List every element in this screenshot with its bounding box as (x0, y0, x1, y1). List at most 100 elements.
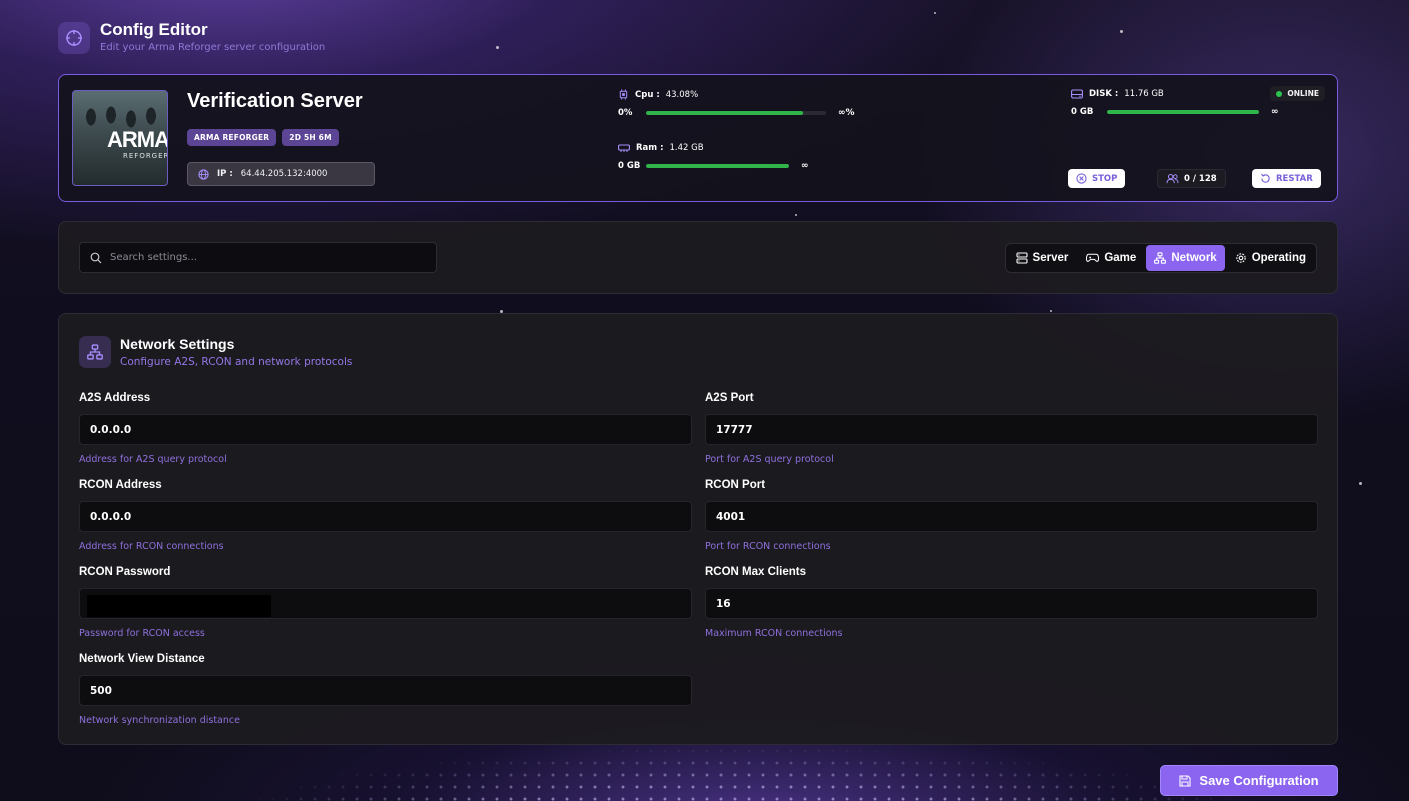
users-icon (1166, 173, 1179, 184)
ram-stat: Ram : 1.42 GB 0 GB ∞ (618, 143, 809, 171)
ram-progress-fill (646, 164, 789, 168)
restart-icon (1260, 173, 1270, 183)
tab-operating-label: Operating (1251, 252, 1306, 264)
panel-subtitle: Configure A2S, RCON and network protocol… (120, 356, 353, 368)
rcon-max-clients-label: RCON Max Clients (705, 566, 806, 578)
ram-min: 0 GB (618, 161, 641, 171)
stop-button[interactable]: STOP (1068, 169, 1126, 188)
thumbnail-logo: ARMA (107, 127, 168, 152)
network-settings-panel: Network Settings Configure A2S, RCON and… (58, 313, 1338, 745)
disk-progress-bar (1107, 110, 1259, 114)
tab-game-label: Game (1104, 252, 1137, 264)
status-text: ONLINE (1287, 89, 1319, 98)
page-header: Config Editor Edit your Arma Reforger se… (58, 20, 325, 54)
status-dot (1276, 90, 1283, 97)
tab-operating[interactable]: Operating (1227, 245, 1314, 271)
crosshair-icon (58, 22, 90, 54)
network-view-distance-hint: Network synchronization distance (79, 715, 240, 726)
status-badge: ONLINE (1270, 86, 1325, 101)
cpu-min: 0% (618, 108, 633, 118)
network-icon (79, 336, 111, 368)
memory-icon (618, 144, 630, 152)
a2s-address-hint: Address for A2S query protocol (79, 454, 227, 465)
search-box[interactable] (79, 242, 437, 273)
page-subtitle: Edit your Arma Reforger server configura… (100, 42, 326, 53)
a2s-address-input[interactable] (79, 414, 692, 445)
restart-button[interactable]: RESTAR (1252, 169, 1321, 188)
cpu-progress-bar (646, 111, 826, 115)
disk-label: DISK : (1089, 89, 1119, 99)
a2s-port-hint: Port for A2S query protocol (705, 454, 834, 465)
rcon-address-field: RCON Address Address for RCON connection… (79, 479, 692, 552)
network-icon (1154, 252, 1167, 264)
tab-network-label: Network (1171, 252, 1217, 264)
ip-label: IP : (217, 169, 233, 179)
tab-server[interactable]: Server (1008, 245, 1077, 271)
hard-drive-icon (1071, 89, 1083, 99)
rcon-max-clients-input[interactable] (705, 588, 1318, 619)
a2s-address-label: A2S Address (79, 392, 151, 404)
save-icon (1179, 774, 1191, 787)
search-input[interactable] (110, 252, 430, 263)
restart-label: RESTAR (1276, 173, 1313, 184)
rcon-password-field: RCON Password Password for RCON access (79, 566, 692, 639)
cpu-progress-fill (646, 111, 803, 115)
network-view-distance-label: Network View Distance (79, 653, 205, 665)
globe-icon (198, 168, 209, 180)
save-label: Save Configuration (1199, 773, 1319, 788)
stop-circle-icon (1076, 173, 1087, 184)
disk-min: 0 GB (1071, 107, 1094, 117)
rcon-password-hint: Password for RCON access (79, 628, 205, 639)
disk-max: ∞ (1271, 107, 1279, 117)
game-badge: ARMA REFORGER (187, 129, 277, 146)
disk-stat: DISK : 11.76 GB 0 GB ∞ (1071, 89, 1279, 117)
a2s-port-label: A2S Port (705, 392, 754, 404)
network-view-distance-field: Network View Distance Network synchroniz… (79, 653, 692, 726)
settings-toolbar: Server Game Network Operating (58, 221, 1338, 294)
rcon-address-input[interactable] (79, 501, 692, 532)
stop-label: STOP (1092, 173, 1118, 184)
rcon-max-clients-hint: Maximum RCON connections (705, 628, 843, 639)
thumbnail-logo-sub: REFORGER (123, 152, 168, 160)
server-status-card: ARMA REFORGER Verification Server ARMA R… (58, 74, 1338, 202)
rcon-port-field: RCON Port Port for RCON connections (705, 479, 1318, 552)
save-configuration-button[interactable]: Save Configuration (1160, 765, 1338, 796)
server-thumbnail: ARMA REFORGER (72, 90, 168, 186)
rcon-address-hint: Address for RCON connections (79, 541, 224, 552)
settings-tabs: Server Game Network Operating (1004, 243, 1317, 273)
players-value: 0 / 128 (1184, 173, 1217, 184)
ram-label: Ram : (636, 143, 664, 153)
tab-server-label: Server (1032, 252, 1069, 264)
tab-game[interactable]: Game (1078, 245, 1144, 271)
cpu-label: Cpu : (635, 89, 660, 100)
rcon-address-label: RCON Address (79, 479, 162, 491)
server-name: Verification Server (187, 90, 363, 112)
players-count: 0 / 128 (1157, 169, 1226, 188)
cpu-max: ∞% (838, 108, 855, 118)
cpu-stat: Cpu : 43.08% 0% ∞% (618, 89, 855, 118)
rcon-port-label: RCON Port (705, 479, 766, 491)
page-title: Config Editor (100, 20, 208, 39)
gear-icon (1235, 253, 1246, 263)
rcon-port-hint: Port for RCON connections (705, 541, 831, 552)
ram-max: ∞ (801, 161, 809, 171)
panel-title: Network Settings (120, 336, 235, 352)
redacted-password (87, 595, 271, 617)
server-icon (1015, 252, 1028, 264)
rcon-password-label: RCON Password (79, 566, 171, 578)
tab-network[interactable]: Network (1146, 245, 1225, 271)
ram-value: 1.42 GB (669, 143, 704, 153)
search-icon (90, 252, 102, 263)
uptime-badge: 2D 5H 6M (282, 129, 339, 146)
network-view-distance-input[interactable] (79, 675, 692, 706)
cpu-value: 43.08% (665, 89, 699, 100)
a2s-port-field: A2S Port Port for A2S query protocol (705, 392, 1318, 465)
rcon-max-clients-field: RCON Max Clients Maximum RCON connection… (705, 566, 1318, 639)
rcon-port-input[interactable] (705, 501, 1318, 532)
ram-progress-bar (646, 164, 789, 168)
disk-value: 11.76 GB (1124, 89, 1164, 99)
disk-progress-fill (1107, 110, 1259, 114)
cpu-icon (619, 89, 628, 100)
server-ip-box[interactable]: IP : 64.44.205.132:4000 (187, 162, 375, 186)
a2s-port-input[interactable] (705, 414, 1318, 445)
